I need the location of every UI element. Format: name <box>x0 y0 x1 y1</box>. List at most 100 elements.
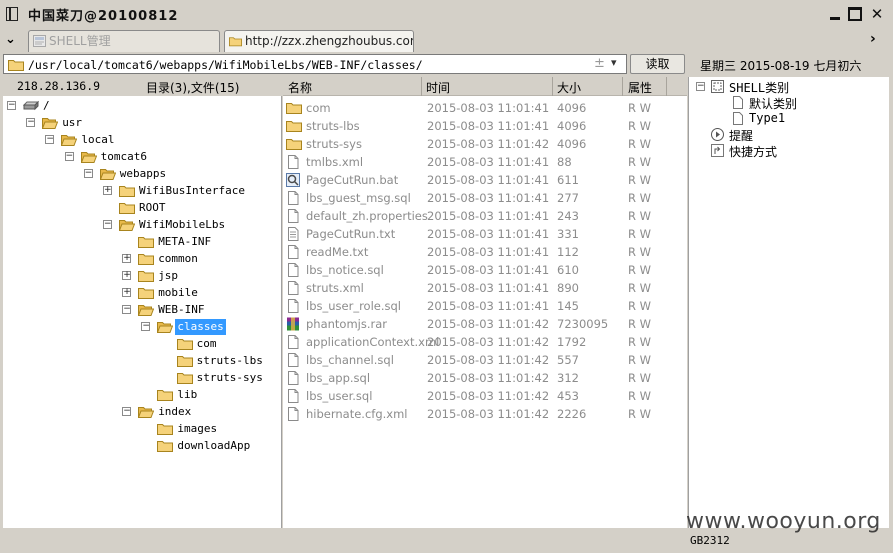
file-row[interactable]: struts.xml 2015-08-03 11:01:41 890 R W <box>283 279 687 297</box>
file-time: 2015-08-03 11:01:42 <box>427 407 550 421</box>
folder-open-icon <box>157 320 174 333</box>
default-category-label: 默认类别 <box>749 97 798 111</box>
tree-node-classes[interactable]: − classes <box>3 319 279 335</box>
folder-icon <box>176 354 193 367</box>
column-header-name[interactable]: 名称 <box>288 79 312 96</box>
tree-node-usr[interactable]: − usr <box>3 115 279 131</box>
tree-node-lib[interactable]: lib <box>3 387 279 403</box>
collapse-toggle[interactable]: − <box>141 322 151 331</box>
folder-open-icon <box>61 133 78 146</box>
directory-tree: − / − usr − local − tomcat6− webapps + WifiBusInte… <box>3 96 282 528</box>
file-row[interactable]: lbs_user.sql 2015-08-03 11:01:42 453 R W <box>283 387 687 405</box>
bat-file-icon <box>286 173 300 187</box>
file-row[interactable]: lbs_guest_msg.sql 2015-08-03 11:01:41 277 R… <box>283 189 687 207</box>
file-row[interactable]: default_zh.properties 2015-08-03 11:01:41… <box>283 207 687 225</box>
collapse-toggle[interactable]: − <box>64 152 74 161</box>
file-row[interactable]: hibernate.cfg.xml 2015-08-03 11:01:42 2226… <box>283 405 687 423</box>
file-row[interactable]: tmlbs.xml 2015-08-03 11:01:41 88 R W <box>283 153 687 171</box>
folder-icon <box>8 60 24 71</box>
collapse-toggle[interactable]: − <box>83 169 93 178</box>
column-header-attr[interactable]: 属性 <box>628 79 652 96</box>
tree-node-local[interactable]: − local <box>3 132 279 148</box>
column-header-size[interactable]: 大小 <box>557 79 581 96</box>
path-text: /usr/local/tomcat6/webapps/WifiMobileLbs… <box>28 58 423 72</box>
tree-node-jsp[interactable]: + jsp <box>3 268 279 284</box>
file-icon <box>286 371 300 385</box>
tab-menu-chevron-icon[interactable]: ⌄ <box>5 32 16 47</box>
file-name: hibernate.cfg.xml <box>306 407 408 421</box>
file-time: 2015-08-03 11:01:42 <box>427 371 550 385</box>
folder-open-icon <box>137 303 155 316</box>
tree-node-label: images <box>177 422 218 435</box>
tree-node-tomcat6[interactable]: − tomcat6 <box>3 149 279 165</box>
tree-node-struts-lbs[interactable]: struts-lbs <box>3 353 279 369</box>
file-row[interactable]: com 2015-08-03 11:01:41 4096 R W <box>283 99 687 117</box>
tree-node-images[interactable]: images <box>3 421 279 437</box>
tree-node-wifimobilelbs[interactable]: − WifiMobileLbs <box>3 217 279 233</box>
file-row[interactable]: struts-sys 2015-08-03 11:01:42 4096 R W <box>283 135 687 153</box>
file-name: lbs_guest_msg.sql <box>306 191 411 205</box>
expand-toggle[interactable]: + <box>103 186 112 195</box>
folder-icon <box>119 201 135 214</box>
file-row[interactable]: phantomjs.rar 2015-08-03 11:01:42 7230095 R… <box>283 315 687 333</box>
path-input[interactable]: /usr/local/tomcat6/webapps/WifiMobileLbs… <box>3 54 627 74</box>
file-row[interactable]: lbs_app.sql 2015-08-03 11:01:42 312 R W <box>283 369 687 387</box>
file-row[interactable]: PageCutRun.bat 2015-08-03 11:01:41 611 R W <box>283 171 687 189</box>
tab-scroll-right-icon[interactable]: › <box>870 31 876 47</box>
file-row[interactable]: lbs_user_role.sql 2015-08-03 11:01:41 145 R… <box>283 297 687 315</box>
collapse-toggle[interactable]: − <box>103 220 112 229</box>
file-time: 2015-08-03 11:01:42 <box>427 389 550 403</box>
file-row[interactable]: lbs_channel.sql 2015-08-03 11:01:42 557 R W <box>283 351 687 369</box>
file-row[interactable]: PageCutRun.txt 2015-08-03 11:01:41 331 R W <box>283 225 687 243</box>
tree-node-downloadapp[interactable]: downloadApp <box>3 438 279 454</box>
collapse-toggle[interactable]: − <box>45 135 55 144</box>
folder-icon <box>176 371 193 384</box>
expand-toggle[interactable]: + <box>122 254 132 263</box>
maximize-button[interactable] <box>848 7 862 21</box>
tab-shell-manager[interactable]: SHELL管理 <box>28 30 220 52</box>
tree-node-struts-sys[interactable]: struts-sys <box>3 370 279 386</box>
tree-node-meta-inf[interactable]: META-INF <box>3 234 279 250</box>
tree-node-mobile[interactable]: + mobile <box>3 285 279 301</box>
file-time: 2015-08-03 11:01:42 <box>427 353 550 367</box>
column-header-time[interactable]: 时间 <box>426 79 450 96</box>
tab-site-url[interactable]: http://zzx.zhengzhoubus.com/... <box>224 30 414 52</box>
left-panel-header: 218.28.136.9 目录(3),文件(15) <box>3 77 282 96</box>
file-row[interactable]: readMe.txt 2015-08-03 11:01:41 112 R W <box>283 243 687 261</box>
plus-minus-icon[interactable]: ± <box>594 56 605 71</box>
expand-toggle[interactable]: + <box>122 288 132 297</box>
tree-node-wifibusinterface[interactable]: + WifiBusInterface <box>3 183 279 199</box>
collapse-toggle[interactable]: − <box>7 101 16 110</box>
expand-toggle[interactable]: + <box>122 271 132 280</box>
read-button[interactable]: 读取 <box>630 54 685 74</box>
file-size: 453 <box>557 389 579 403</box>
collapse-toggle[interactable]: − <box>26 118 36 127</box>
close-button[interactable]: ✕ <box>870 7 884 22</box>
collapse-toggle[interactable]: − <box>122 305 132 314</box>
file-name: applicationContext.xml <box>306 335 440 349</box>
chevron-down-icon[interactable]: ▾ <box>611 56 617 69</box>
collapse-toggle[interactable]: − <box>696 82 705 91</box>
app-window-icon <box>6 7 18 21</box>
file-size: 4096 <box>557 137 587 151</box>
file-size: 610 <box>557 263 579 277</box>
file-row[interactable]: lbs_notice.sql 2015-08-03 11:01:41 610 R W <box>283 261 687 279</box>
tree-node-webapps[interactable]: − webapps <box>3 166 279 182</box>
reminder-label: 提醒 <box>729 129 754 143</box>
file-size: 1792 <box>557 335 587 349</box>
file-row[interactable]: applicationContext.xml 2015-08-03 11:01:4… <box>283 333 687 351</box>
tree-node-web-inf[interactable]: − WEB-INF <box>3 302 279 318</box>
collapse-toggle[interactable]: − <box>122 407 132 416</box>
encoding-indicator[interactable]: GB2312 <box>690 534 730 547</box>
minimize-button[interactable] <box>828 7 842 21</box>
tree-node-index[interactable]: − index <box>3 404 279 420</box>
file-size: 7230095 <box>557 317 609 331</box>
tree-node-root[interactable]: ROOT <box>3 200 279 216</box>
watermark: www.wooyun.org <box>686 509 881 534</box>
tree-node-[interactable]: − / <box>3 98 279 114</box>
tree-node-com[interactable]: com <box>3 336 279 352</box>
file-row[interactable]: struts-lbs 2015-08-03 11:01:41 4096 R W <box>283 117 687 135</box>
file-name: lbs_notice.sql <box>306 263 384 277</box>
file-icon <box>286 209 300 223</box>
tree-node-common[interactable]: + common <box>3 251 279 267</box>
